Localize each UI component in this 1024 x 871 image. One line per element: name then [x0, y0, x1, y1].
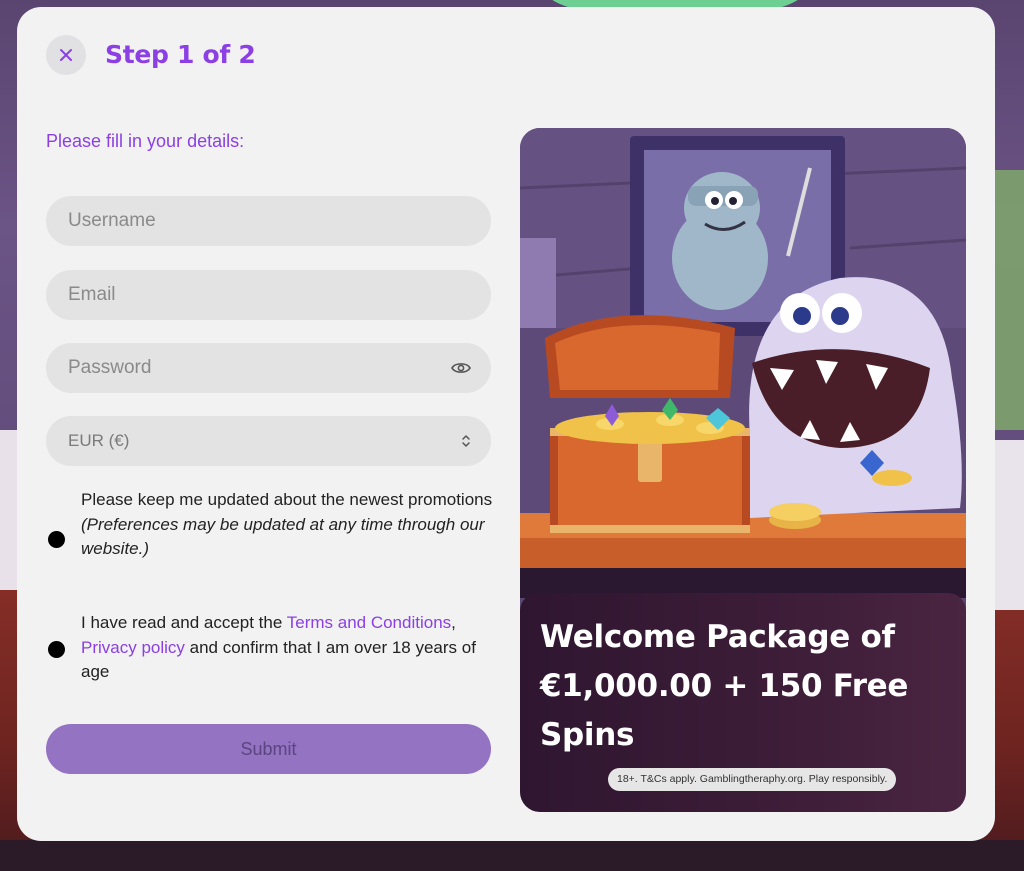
promo-offer-panel: Welcome Package of €1,000.00 + 150 Free … — [520, 593, 966, 812]
close-button[interactable] — [46, 35, 86, 75]
promotions-consent-note: (Preferences may be updated at any time … — [81, 514, 485, 559]
registration-modal: Step 1 of 2 Please fill in your details:… — [17, 7, 995, 841]
email-field-wrapper — [46, 270, 491, 320]
password-visibility-toggle[interactable] — [451, 361, 471, 375]
close-icon — [60, 49, 72, 61]
terms-checkbox[interactable] — [48, 641, 65, 658]
submit-button[interactable]: Submit — [46, 724, 491, 774]
currency-select[interactable]: EUR (€) — [46, 416, 491, 466]
form-intro-text: Please fill in your details: — [46, 131, 245, 151]
promo-headline: Welcome Package of €1,000.00 + 150 Free … — [540, 619, 909, 753]
step-title: Step 1 of 2 — [105, 40, 256, 69]
promotions-checkbox[interactable] — [48, 531, 65, 548]
username-input[interactable] — [68, 210, 469, 232]
password-field-wrapper — [46, 343, 491, 393]
promotions-consent-label: Please keep me updated about the newest … — [81, 490, 493, 509]
promo-disclaimer-badge: 18+. T&Cs apply. Gamblingtheraphy.org. P… — [608, 768, 897, 791]
terms-consent-row: I have read and accept the Terms and Con… — [46, 611, 496, 687]
treasure-monster-illustration — [520, 128, 966, 598]
eye-icon — [451, 363, 471, 373]
welcome-promo-card: Welcome Package of €1,000.00 + 150 Free … — [520, 128, 966, 812]
username-field-wrapper — [46, 196, 491, 246]
email-input[interactable] — [68, 284, 469, 306]
chevron-updown-icon — [462, 435, 470, 447]
password-input[interactable] — [68, 357, 469, 379]
terms-and-conditions-link[interactable]: Terms and Conditions — [287, 613, 451, 632]
terms-consent-prefix: I have read and accept the — [81, 613, 287, 632]
promotions-consent-row: Please keep me updated about the newest … — [46, 488, 496, 588]
privacy-policy-link[interactable]: Privacy policy — [81, 638, 185, 657]
currency-selected-value: EUR (€) — [68, 431, 130, 450]
